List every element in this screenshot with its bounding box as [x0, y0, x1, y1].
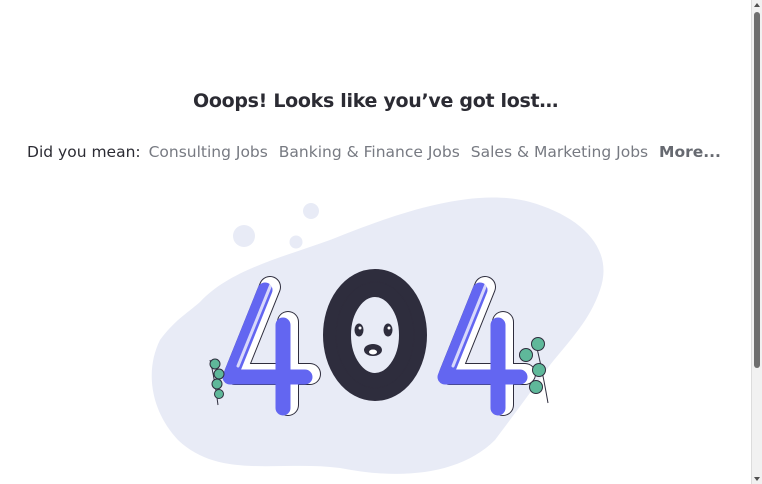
scrollbar-thumb[interactable] — [754, 12, 760, 368]
vertical-scrollbar[interactable] — [751, 0, 762, 484]
suggestion-link-banking-finance[interactable]: Banking & Finance Jobs — [279, 143, 460, 161]
scroll-down-arrow-icon[interactable] — [754, 477, 760, 481]
suggestion-bar: Did you mean: Consulting Jobs Banking & … — [0, 143, 751, 161]
scroll-up-arrow-icon[interactable] — [754, 3, 760, 7]
page-title: Ooops! Looks like you’ve got lost… — [192, 90, 559, 112]
background-blob — [151, 197, 604, 474]
404-illustration — [151, 197, 604, 474]
not-found-page: Ooops! Looks like you’ve got lost… Did y… — [0, 0, 751, 484]
suggestion-prefix: Did you mean: — [27, 143, 141, 161]
suggestion-link-sales-marketing[interactable]: Sales & Marketing Jobs — [471, 143, 648, 161]
suggestion-link-consulting[interactable]: Consulting Jobs — [149, 143, 268, 161]
more-suggestions-link[interactable]: More... — [659, 143, 721, 161]
